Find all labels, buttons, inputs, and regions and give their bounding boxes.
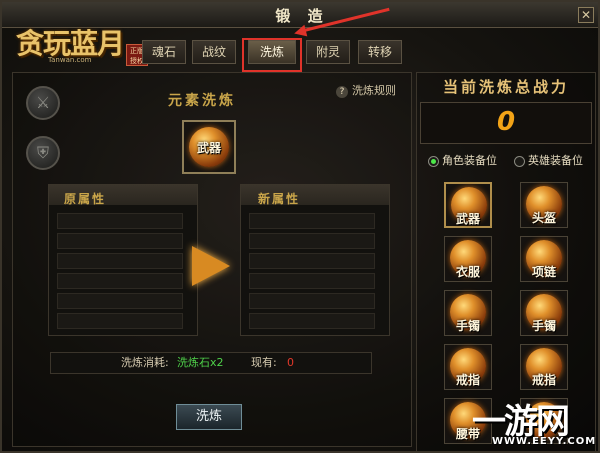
radio-unselected-icon xyxy=(514,155,525,167)
cost-label: 洗炼消耗: xyxy=(121,356,169,369)
attribute-row xyxy=(57,273,183,289)
rules-link[interactable]: ? 洗炼规则 xyxy=(336,82,396,98)
attribute-row xyxy=(57,253,183,269)
radio-hero-label: 英雄装备位 xyxy=(528,154,583,167)
attribute-row xyxy=(249,213,375,229)
attribute-row xyxy=(249,233,375,249)
original-attributes-header: 原属性 xyxy=(64,192,107,206)
tab-soulstone[interactable]: 魂石 xyxy=(142,40,186,64)
radio-role-equipment[interactable]: 角色装备位 xyxy=(428,152,497,168)
equip-slot-helmet[interactable]: 头盔 xyxy=(520,182,568,228)
equip-slot-label: 项链 xyxy=(531,265,556,279)
attribute-row xyxy=(249,253,375,269)
equip-slot-label: 头盔 xyxy=(531,211,556,225)
attribute-row xyxy=(249,273,375,289)
tab-highlight-box xyxy=(242,38,302,72)
forge-window: 锻 造 ✕ 贪玩蓝月 Tanwan.com 正版授权 魂石 战纹 洗炼 附灵 转… xyxy=(0,0,600,453)
watermark-url: WWW.EEYY.COM xyxy=(492,436,597,447)
tab-battle-pattern[interactable]: 战纹 xyxy=(192,40,236,64)
shield-icon[interactable]: ⛨ xyxy=(26,136,60,170)
game-logo: 贪玩蓝月 Tanwan.com 正版授权 xyxy=(8,16,148,68)
close-button[interactable]: ✕ xyxy=(578,7,594,23)
equip-slot-label: 戒指 xyxy=(531,373,556,387)
equip-slot-label: 手镯 xyxy=(455,319,480,333)
orb-icon: 武器 xyxy=(189,127,229,167)
total-power-title: 当前洗炼总战力 xyxy=(442,78,569,96)
tab-enchant[interactable]: 附灵 xyxy=(306,40,350,64)
site-watermark: 一游网 WWW.EEYY.COM xyxy=(472,394,598,451)
weapon-slot-label: 武器 xyxy=(196,141,221,155)
owned-value: 0 xyxy=(287,356,294,369)
rules-label: 洗炼规则 xyxy=(352,84,396,97)
radio-hero-equipment[interactable]: 英雄装备位 xyxy=(514,152,583,168)
equip-slot-label: 衣服 xyxy=(455,265,480,279)
help-icon: ? xyxy=(336,86,348,98)
equip-slot-label: 武器 xyxy=(455,212,480,226)
refine-button[interactable]: 洗炼 xyxy=(176,404,242,430)
attribute-row xyxy=(57,213,183,229)
logo-url: Tanwan.com xyxy=(48,56,92,64)
attribute-row xyxy=(57,233,183,249)
equip-slot-ring-left[interactable]: 戒指 xyxy=(444,344,492,390)
equip-slot-weapon[interactable]: 武器 xyxy=(444,182,492,228)
sword-icon[interactable]: ⚔ xyxy=(26,86,60,120)
radio-role-label: 角色装备位 xyxy=(442,154,497,167)
cost-bar: 洗炼消耗: 洗炼石x2 现有: 0 xyxy=(50,352,372,374)
pointer-arrow-head-icon xyxy=(292,24,308,40)
cost-item[interactable]: 洗炼石x2 xyxy=(177,353,224,373)
attribute-row xyxy=(57,313,183,329)
equip-slot-label: 手镯 xyxy=(531,319,556,333)
power-value: 0 xyxy=(496,107,516,137)
section-title: 元素洗炼 xyxy=(168,93,236,109)
owned-label: 现有: xyxy=(251,356,277,369)
equip-slot-necklace[interactable]: 项链 xyxy=(520,236,568,282)
equip-slot-ring-right[interactable]: 戒指 xyxy=(520,344,568,390)
equip-slot-bracelet-right[interactable]: 手镯 xyxy=(520,290,568,336)
attribute-row xyxy=(249,293,375,309)
tab-transfer[interactable]: 转移 xyxy=(358,40,402,64)
power-display: 0 xyxy=(420,102,592,144)
equip-slot-label: 戒指 xyxy=(455,373,480,387)
arrow-right-icon xyxy=(192,246,230,286)
equip-slot-armor[interactable]: 衣服 xyxy=(444,236,492,282)
new-attributes-header: 新属性 xyxy=(258,192,301,206)
radio-selected-icon xyxy=(428,155,439,167)
weapon-slot[interactable]: 武器 xyxy=(182,120,236,174)
equip-slot-bracelet-left[interactable]: 手镯 xyxy=(444,290,492,336)
attribute-row xyxy=(57,293,183,309)
attribute-row xyxy=(249,313,375,329)
